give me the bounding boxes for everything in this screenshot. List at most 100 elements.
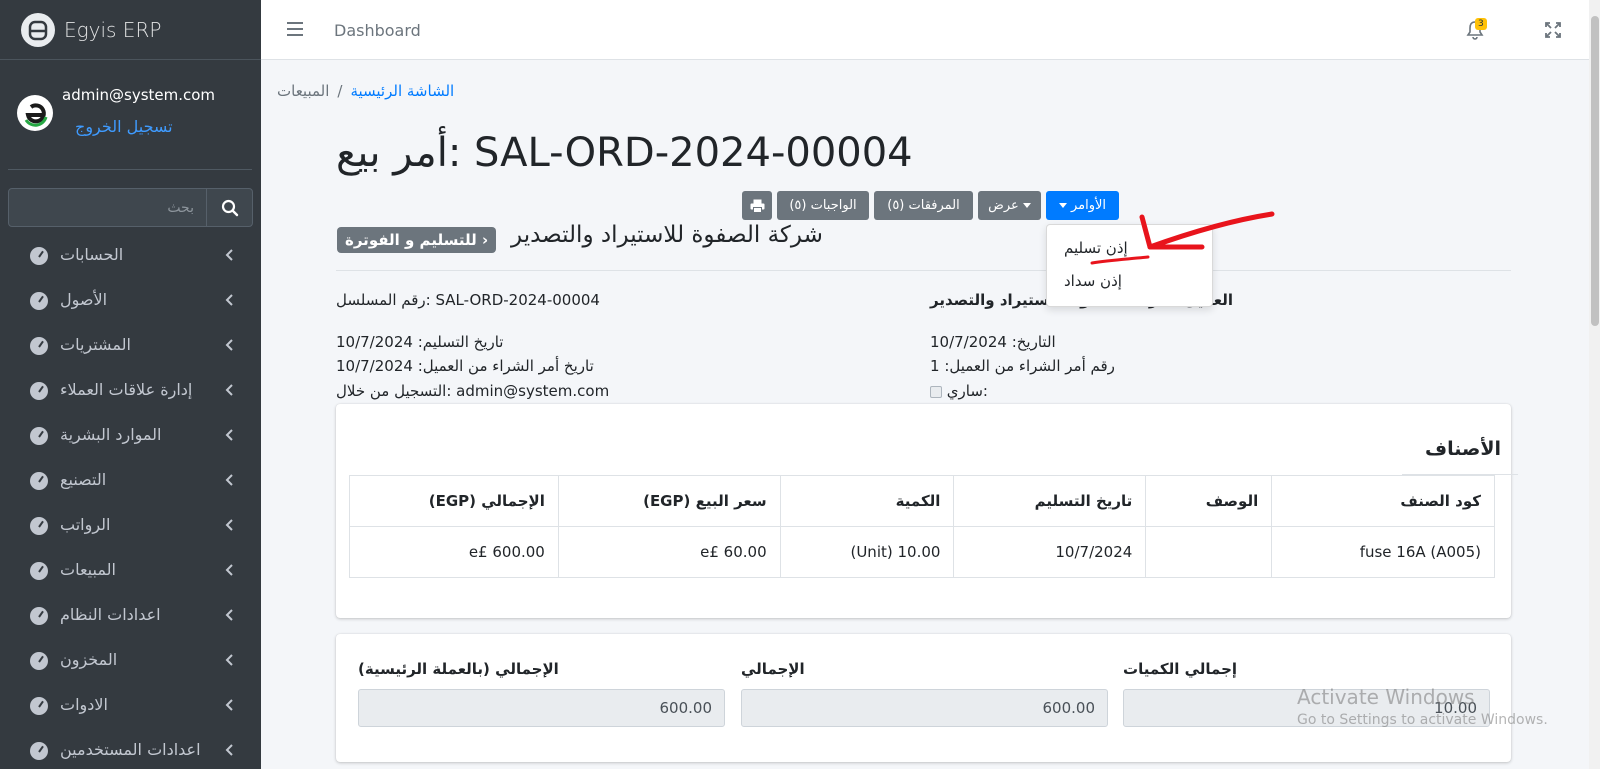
view-button-label: عرض xyxy=(988,198,1019,213)
sidebar-item-label: المخزون xyxy=(60,650,118,669)
table-cell: 10/7/2024 xyxy=(953,526,1147,578)
breadcrumb: الشاشة الرئيسية / المبيعات xyxy=(277,82,454,100)
sidebar-item-system-settings[interactable]: اعدادات النظام xyxy=(0,593,261,638)
chevron-left-icon xyxy=(225,249,233,261)
sidebar-item-hr[interactable]: الموارد البشرية xyxy=(0,413,261,458)
table-header: كود الصنف xyxy=(1271,475,1495,527)
sidebar-item-manufacturing[interactable]: التصنيع xyxy=(0,458,261,503)
table-header-row: كود الصنف الوصف تاريخ التسليم الكمية سعر… xyxy=(349,475,1495,527)
chevron-left-icon xyxy=(225,429,233,441)
print-button[interactable] xyxy=(742,191,772,220)
page-title: أمر بيع: SAL-ORD-2024-00004 xyxy=(336,130,913,176)
order-date: التاريخ: 10/7/2024 xyxy=(930,333,1056,351)
table-header: الوصف xyxy=(1145,475,1273,527)
menu-toggle-icon[interactable] xyxy=(287,22,303,36)
scrollbar-thumb[interactable] xyxy=(1591,16,1599,326)
delivery-date: تاريخ التسليم: 10/7/2024 xyxy=(336,333,504,351)
sidebar-item-assets[interactable]: الأصول xyxy=(0,278,261,323)
table-cell: 10.00 (Unit) xyxy=(779,526,955,578)
brand-name: Egyis ERP xyxy=(64,17,162,42)
tachometer-icon xyxy=(30,652,48,670)
breadcrumb-current: المبيعات xyxy=(277,82,330,100)
chevron-left-icon xyxy=(225,699,233,711)
chevron-left-icon xyxy=(225,474,233,486)
customer-name: شركة الصفوة للاستيراد والتصدير xyxy=(511,222,823,248)
sidebar-item-user-settings[interactable]: اعدادات المستخدمين xyxy=(0,728,261,769)
active-checkbox[interactable] xyxy=(930,385,942,398)
tachometer-icon xyxy=(30,337,48,355)
tab-items[interactable]: الأصناف xyxy=(1402,438,1524,460)
items-card: الأصناف كود الصنف الوصف تاريخ التسليم ال… xyxy=(336,404,1518,618)
tachometer-icon xyxy=(30,292,48,310)
breadcrumb-home[interactable]: الشاشة الرئيسية xyxy=(350,82,454,100)
chevron-left-icon xyxy=(225,294,233,306)
sidebar-item-label: إدارة علاقات العملاء xyxy=(60,380,193,399)
table-row[interactable]: fuse 16A (A005) 10/7/2024 10.00 (Unit) e… xyxy=(349,526,1495,578)
brand-link[interactable]: Egyis ERP xyxy=(0,0,261,60)
search-button[interactable] xyxy=(206,189,252,226)
breadcrumb-separator: / xyxy=(337,82,343,100)
attachments-button[interactable]: المرفقات (٥) xyxy=(874,191,973,220)
tachometer-icon xyxy=(30,607,48,625)
sidebar-item-payroll[interactable]: الرواتب xyxy=(0,503,261,548)
sidebar-item-accounts[interactable]: الحسابات xyxy=(0,233,261,278)
caret-down-icon xyxy=(1022,203,1031,208)
sidebar-item-sales[interactable]: المبيعات xyxy=(0,548,261,593)
search-input[interactable] xyxy=(9,189,206,226)
brand-logo-icon xyxy=(21,12,55,47)
customer-po-number: رقم أمر الشراء من العميل: 1 xyxy=(930,357,1115,375)
base-total-field: 600.00 xyxy=(358,689,725,727)
sidebar-item-label: التصنيع xyxy=(60,470,107,489)
base-total-label: الإجمالي (بالعملة الرئيسية) xyxy=(358,660,559,678)
sidebar-item-label: الموارد البشرية xyxy=(60,425,162,444)
topbar-dashboard-link[interactable]: Dashboard xyxy=(334,21,421,40)
user-avatar xyxy=(17,95,53,131)
sidebar-search xyxy=(8,188,253,227)
status-badge: للتسليم و الفوترة › xyxy=(337,227,497,253)
print-icon xyxy=(750,199,764,213)
serial-number: رقم المسلسل: SAL-ORD-2024-00004 xyxy=(336,291,600,309)
tachometer-icon xyxy=(30,697,48,715)
sidebar-item-label: المشتريات xyxy=(60,335,131,354)
user-panel: admin@system.com تسجيل الخروج xyxy=(8,60,252,170)
duties-button[interactable]: الواجبات (٥) xyxy=(777,191,869,220)
caret-down-icon xyxy=(1058,203,1067,208)
tachometer-icon xyxy=(30,517,48,535)
divider xyxy=(336,270,1511,271)
sidebar-nav: الحسابات الأصول المشتريات إدارة علاقات ا… xyxy=(0,233,261,769)
table-cell: e£ 60.00 xyxy=(557,526,781,578)
fullscreen-icon[interactable] xyxy=(1545,22,1561,38)
customer-po-date: تاريخ أمر الشراء من العميل: 10/7/2024 xyxy=(336,357,594,375)
tachometer-icon xyxy=(30,427,48,445)
sidebar-item-label: المبيعات xyxy=(60,560,116,579)
active-field: ساري: xyxy=(930,382,988,400)
sidebar-item-label: الأصول xyxy=(60,290,108,309)
sidebar-item-purchases[interactable]: المشتريات xyxy=(0,323,261,368)
notification-badge: 3 xyxy=(1475,18,1487,30)
logout-link[interactable]: تسجيل الخروج xyxy=(75,117,173,136)
chevron-left-icon xyxy=(225,654,233,666)
sidebar-item-label: الرواتب xyxy=(60,515,111,534)
tachometer-icon xyxy=(30,382,48,400)
watermark-subtitle: Go to Settings to activate Windows. xyxy=(1297,712,1548,728)
table-cell: e£ 600.00 xyxy=(349,526,559,578)
table-header: تاريخ التسليم xyxy=(953,475,1147,527)
sidebar-item-label: اعدادات المستخدمين xyxy=(60,740,201,759)
sidebar-item-label: الحسابات xyxy=(60,245,124,264)
sidebar-item-crm[interactable]: إدارة علاقات العملاء xyxy=(0,368,261,413)
registered-by: التسجيل من خلال: admin@system.com xyxy=(336,382,610,400)
items-table: كود الصنف الوصف تاريخ التسليم الكمية سعر… xyxy=(349,475,1495,578)
sidebar-item-tools[interactable]: الادوات xyxy=(0,683,261,728)
table-header: الإجمالي (EGP) xyxy=(349,475,559,527)
chevron-left-icon xyxy=(225,564,233,576)
view-dropdown-button[interactable]: عرض xyxy=(978,191,1041,220)
search-icon xyxy=(221,199,238,216)
user-email: admin@system.com xyxy=(62,86,216,104)
chevron-left-icon xyxy=(225,609,233,621)
chevron-left-icon xyxy=(225,339,233,351)
sidebar-item-inventory[interactable]: المخزون xyxy=(0,638,261,683)
sidebar-item-label: اعدادات النظام xyxy=(60,605,161,624)
total-label: الإجمالي xyxy=(741,660,805,678)
page-scrollbar[interactable] xyxy=(1589,0,1600,769)
active-label: ساري: xyxy=(946,382,988,400)
